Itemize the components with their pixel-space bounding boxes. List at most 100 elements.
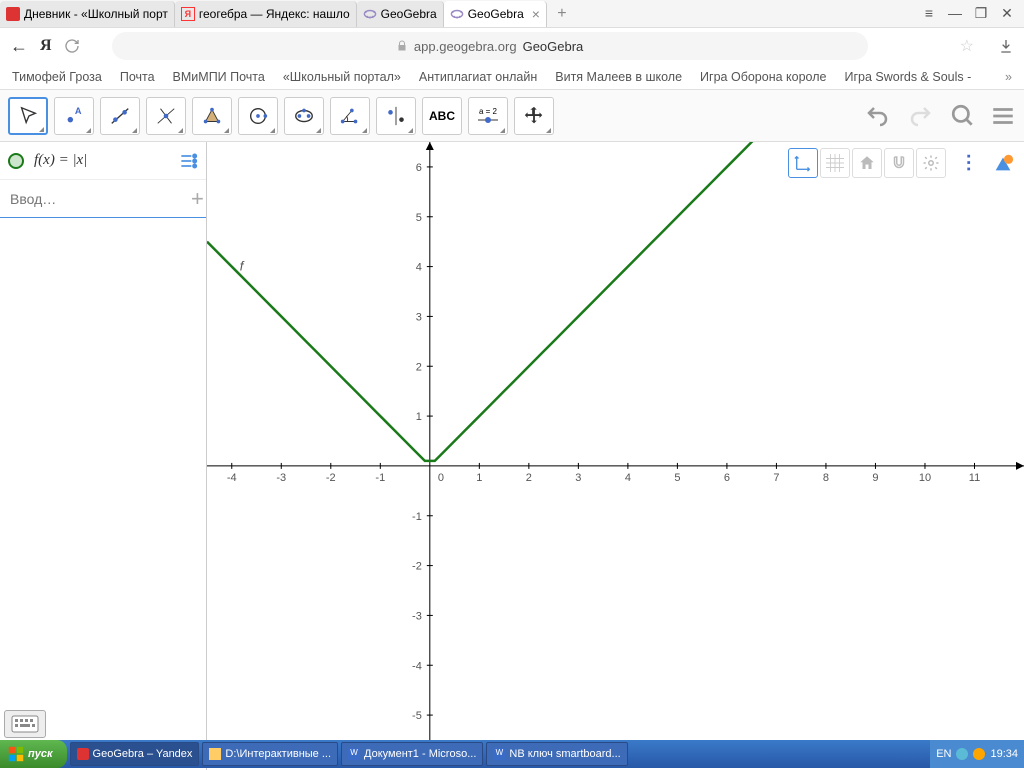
browser-tab[interactable]: Я геогебра — Яндекс: нашло [175,1,357,27]
minimize-icon[interactable]: — [946,5,964,22]
algebra-input[interactable] [10,191,191,207]
graph-canvas[interactable]: -4-3-2-11234567891011-5-4-3-2-11234560f [207,142,1024,740]
tray-icon[interactable] [956,748,968,760]
text-tool[interactable]: ABC [422,97,462,135]
browser-tab-active[interactable]: GeoGebra × [444,1,547,27]
ellipse-icon [293,105,315,127]
word-icon: W [348,748,360,760]
close-tab-icon[interactable]: × [532,6,540,22]
perpendicular-tool[interactable] [146,97,186,135]
bookmark-item[interactable]: Игра Swords & Souls - [844,70,971,84]
url-field[interactable]: app.geogebra.org GeoGebra [112,32,868,60]
windows-logo-icon [8,746,24,762]
reflect-tool[interactable] [376,97,416,135]
new-tab-button[interactable]: + [551,3,573,25]
add-object-button[interactable]: + [191,186,204,212]
download-icon[interactable] [998,38,1014,54]
svg-text:8: 8 [823,472,829,484]
search-button[interactable] [950,103,976,129]
algebra-object-row[interactable]: f(x) = |x| [0,142,206,180]
browser-tab[interactable]: Дневник - «Школный порт [0,1,175,27]
taskbar-item-label: NB ключ smartboard... [509,748,620,760]
address-bar: ← Я app.geogebra.org GeoGebra ☆ [0,28,1024,64]
menu-button[interactable] [990,103,1016,129]
cursor-icon [17,105,39,127]
bookmark-item[interactable]: Тимофей Гроза [12,70,102,84]
svg-text:4: 4 [416,262,422,274]
visibility-toggle-icon[interactable] [8,153,24,169]
bookmark-item[interactable]: Почта [120,70,155,84]
more-bookmarks-icon[interactable]: » [1005,70,1012,84]
svg-text:6: 6 [416,162,422,174]
svg-text:-3: -3 [412,610,422,622]
app-icon [77,748,89,760]
bookmark-item[interactable]: Витя Малеев в школе [555,70,682,84]
redo-button[interactable] [906,104,936,128]
bookmark-item[interactable]: ВМиМПИ Почта [173,70,265,84]
svg-text:0: 0 [438,472,444,484]
geogebra-toolbar: A ABC a = 2 [0,90,1024,142]
svg-text:3: 3 [416,311,422,323]
circle-tool[interactable] [238,97,278,135]
ellipse-tool[interactable] [284,97,324,135]
close-window-icon[interactable]: ✕ [998,5,1016,22]
line-tool[interactable] [100,97,140,135]
svg-text:-4: -4 [412,660,422,672]
close-panel-icon[interactable] [988,148,1018,178]
snap-toggle[interactable] [884,148,914,178]
back-button[interactable]: ← [10,36,28,57]
svg-text:f: f [240,259,245,274]
settings-view[interactable] [916,148,946,178]
maximize-icon[interactable]: ❐ [972,5,990,22]
taskbar-item[interactable]: D:\Интерактивные ... [202,742,338,766]
browser-tab[interactable]: GeoGebra [357,1,444,27]
start-button[interactable]: пуск [0,740,67,768]
point-tool[interactable]: A [54,97,94,135]
angle-tool[interactable] [330,97,370,135]
tab-label: геогебра — Яндекс: нашло [199,7,350,21]
reload-button[interactable] [64,38,80,54]
bookmark-item[interactable]: Антиплагиат онлайн [419,70,537,84]
svg-text:9: 9 [872,472,878,484]
style-bar-icon[interactable] [956,148,986,178]
bookmark-item[interactable]: «Школьный портал» [283,70,401,84]
perpendicular-icon [155,105,177,127]
home-view[interactable] [852,148,882,178]
virtual-keyboard-button[interactable] [4,710,46,738]
tray-icon[interactable] [973,748,985,760]
url-host: app.geogebra.org [414,39,517,54]
taskbar-item[interactable]: WNB ключ smartboard... [486,742,627,766]
bookmarks-bar: Тимофей Гроза Почта ВМиМПИ Почта «Школьн… [0,64,1024,90]
geogebra-icon [363,7,377,21]
language-indicator[interactable]: EN [936,748,951,760]
url-title: GeoGebra [523,39,584,54]
text-tool-label: ABC [429,109,455,123]
sort-icon[interactable] [178,151,198,171]
bookmark-item[interactable]: Игра Оборона короле [700,70,826,84]
axes-toggle[interactable] [788,148,818,178]
menu-icon[interactable]: ≡ [920,5,938,22]
svg-text:-2: -2 [412,561,422,573]
grid-toggle[interactable] [820,148,850,178]
graphics-view[interactable]: -4-3-2-11234567891011-5-4-3-2-11234560f [207,142,1024,770]
svg-text:6: 6 [724,472,730,484]
svg-text:11: 11 [969,472,980,484]
slider-tool[interactable]: a = 2 [468,97,508,135]
taskbar-item-label: D:\Интерактивные ... [225,748,331,760]
browser-tab-strip: Дневник - «Школный порт Я геогебра — Янд… [0,0,1024,28]
yandex-home-button[interactable]: Я [40,37,52,55]
svg-text:3: 3 [575,472,581,484]
algebra-input-row: + [0,180,206,218]
move-view-tool[interactable] [514,97,554,135]
bookmark-star-icon[interactable]: ☆ [960,36,974,56]
taskbar-item[interactable]: GeoGebra – Yandex [70,742,200,766]
reflect-icon [385,105,407,127]
start-label: пуск [28,748,53,760]
move-tool[interactable] [8,97,48,135]
undo-button[interactable] [862,104,892,128]
polygon-tool[interactable] [192,97,232,135]
favicon-icon [6,7,20,21]
keyboard-icon [11,715,39,733]
taskbar-item[interactable]: WДокумент1 - Microso... [341,742,483,766]
clock[interactable]: 19:34 [990,748,1018,760]
